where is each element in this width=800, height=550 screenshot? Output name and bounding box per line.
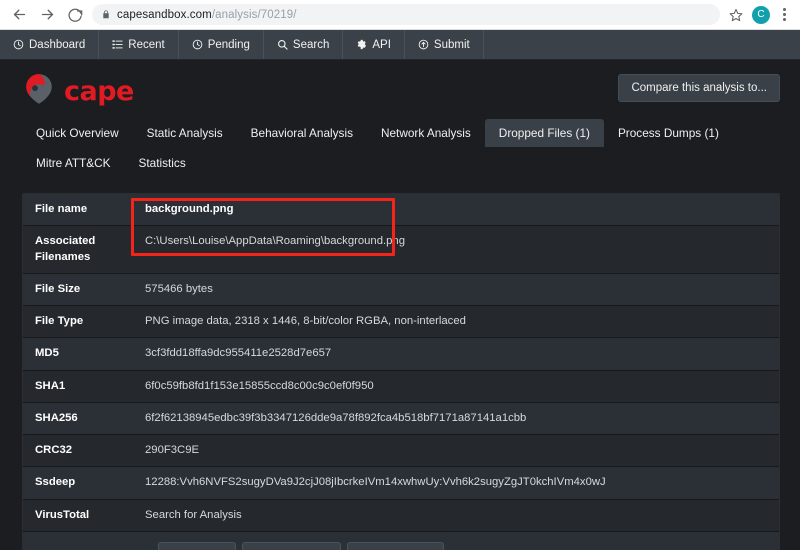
list-icon xyxy=(112,39,123,50)
url-path: /analysis/70219/ xyxy=(211,8,297,21)
reload-icon[interactable] xyxy=(64,4,86,26)
browser-chrome: capesandbox.com/analysis/70219/ C xyxy=(0,0,800,30)
upload-circle-icon xyxy=(418,39,429,50)
action-button-row: Download Download ZIP Submit file xyxy=(35,541,769,550)
search-icon xyxy=(277,39,288,50)
back-arrow-icon[interactable] xyxy=(8,4,30,26)
kebab-menu-icon[interactable] xyxy=(776,8,792,21)
analysis-tabs: Quick Overview Static Analysis Behaviora… xyxy=(0,111,760,177)
row-value-associated-filenames: C:\Users\Louise\AppData\Roaming\backgrou… xyxy=(145,235,405,248)
row-key: File Type xyxy=(35,315,84,327)
tab-network-analysis[interactable]: Network Analysis xyxy=(367,119,485,147)
topnav-label: Recent xyxy=(128,38,165,51)
table-row: MD5 3cf3fdd18ffa9dc955411e2528d7e657 xyxy=(23,337,779,370)
table-row: CRC32 290F3C9E xyxy=(23,434,779,467)
row-value-ssdeep: 12288:Vvh6NVFS2sugyDVa9J2cjJ08jIbcrkeIVm… xyxy=(145,476,606,489)
topnav-item-pending[interactable]: Pending xyxy=(179,30,264,59)
table-row: File name background.png xyxy=(23,194,779,226)
row-value-file-name: background.png xyxy=(145,203,234,215)
table-row: File Type PNG image data, 2318 x 1446, 8… xyxy=(23,305,779,338)
row-key: File name xyxy=(35,203,88,215)
tab-mitre-attack[interactable]: Mitre ATT&CK xyxy=(22,149,125,177)
logo-text: cape xyxy=(64,76,134,107)
gear-icon xyxy=(356,39,367,50)
table-row: SHA256 6f2f62138945edbc39f3b3347126dde9a… xyxy=(23,402,779,435)
page-content: cape Compare this analysis to... Quick O… xyxy=(0,60,800,550)
topnav-label: Dashboard xyxy=(29,38,86,51)
brand-row: cape Compare this analysis to... xyxy=(0,60,800,111)
tab-quick-overview[interactable]: Quick Overview xyxy=(22,119,133,147)
download-button[interactable]: Download xyxy=(158,541,237,550)
table-actions-row: Download Download ZIP Submit file xyxy=(23,531,779,550)
download-zip-button[interactable]: Download ZIP xyxy=(242,541,342,550)
tab-process-dumps[interactable]: Process Dumps (1) xyxy=(604,119,733,147)
topnav-item-search[interactable]: Search xyxy=(264,30,344,59)
row-value-sha256: 6f2f62138945edbc39f3b3347126dde9a78f892f… xyxy=(145,411,527,424)
tab-behavioral-analysis[interactable]: Behavioral Analysis xyxy=(237,119,367,147)
topnav-item-submit[interactable]: Submit xyxy=(405,30,484,59)
topnav-label: Submit xyxy=(433,38,470,51)
topnav-label: API xyxy=(372,38,391,51)
topnav-label: Search xyxy=(292,38,330,51)
virustotal-search-link[interactable]: Search for Analysis xyxy=(135,499,779,531)
row-key: File Size xyxy=(35,282,81,295)
row-value-file-type: PNG image data, 2318 x 1446, 8-bit/color… xyxy=(145,315,466,327)
topnav-label: Pending xyxy=(207,38,250,51)
row-key: Associated Filenames xyxy=(35,235,96,263)
row-value-sha1: 6f0c59fb8fd1f153e15855ccd8c00c9c0ef0f950 xyxy=(145,379,374,392)
row-key: CRC32 xyxy=(35,444,73,456)
table-row: SHA1 6f0c59fb8fd1f153e15855ccd8c00c9c0ef… xyxy=(23,370,779,403)
table-row: Ssdeep 12288:Vvh6NVFS2sugyDVa9J2cjJ08jIb… xyxy=(23,466,779,499)
table-row: Associated Filenames C:\Users\Louise\App… xyxy=(23,225,779,274)
cape-mark-icon xyxy=(22,72,56,111)
row-value-crc32: 290F3C9E xyxy=(145,444,200,456)
topnav-item-api[interactable]: API xyxy=(343,30,405,59)
url-text: capesandbox.com/analysis/70219/ xyxy=(117,9,297,21)
compare-analysis-button[interactable]: Compare this analysis to... xyxy=(618,74,780,102)
clock-icon xyxy=(192,39,203,50)
tab-static-analysis[interactable]: Static Analysis xyxy=(133,119,237,147)
row-key: MD5 xyxy=(35,347,59,360)
row-key: VirusTotal xyxy=(35,508,90,521)
address-bar[interactable]: capesandbox.com/analysis/70219/ xyxy=(92,4,720,25)
dashboard-icon xyxy=(13,39,24,50)
row-key: SHA256 xyxy=(35,411,78,424)
dropped-file-details-table: File name background.png Associated File… xyxy=(22,193,780,550)
row-value-md5: 3cf3fdd18ffa9dc955411e2528d7e657 xyxy=(145,347,332,360)
row-value-file-size: 575466 bytes xyxy=(145,282,213,295)
row-key: Ssdeep xyxy=(35,476,76,489)
actions-cell: Download Download ZIP Submit file xyxy=(23,531,779,550)
table-row: VirusTotal Search for Analysis xyxy=(23,499,779,532)
avatar[interactable]: C xyxy=(752,5,770,24)
bookmark-star-icon[interactable] xyxy=(726,5,746,25)
site-top-navbar: Dashboard Recent Pending Search API Subm… xyxy=(0,30,800,60)
topnav-item-dashboard[interactable]: Dashboard xyxy=(0,30,100,59)
table-row: File Size 575466 bytes xyxy=(23,273,779,306)
row-key: SHA1 xyxy=(35,379,66,392)
topnav-item-recent[interactable]: Recent xyxy=(99,30,179,59)
lock-icon xyxy=(101,9,111,20)
submit-file-button[interactable]: Submit file xyxy=(347,541,444,550)
url-domain: capesandbox.com xyxy=(117,8,212,21)
tab-dropped-files[interactable]: Dropped Files (1) xyxy=(484,119,604,147)
tab-statistics[interactable]: Statistics xyxy=(125,149,200,177)
topnav-spacer xyxy=(484,30,800,59)
site-logo[interactable]: cape xyxy=(22,72,134,111)
forward-arrow-icon[interactable] xyxy=(36,4,58,26)
